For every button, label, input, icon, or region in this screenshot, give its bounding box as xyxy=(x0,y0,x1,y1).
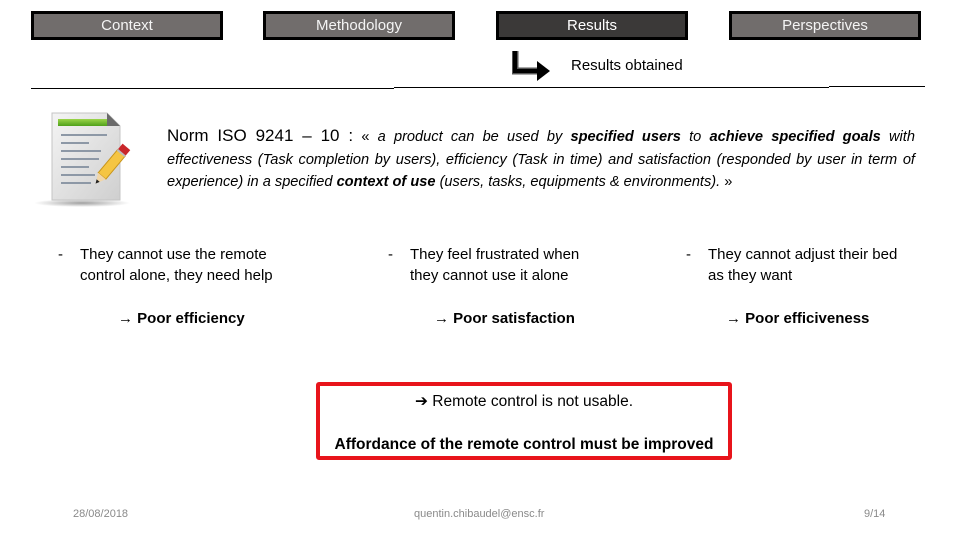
open-quote: « xyxy=(361,129,370,145)
tab-results[interactable]: Results xyxy=(496,11,688,40)
list-dash: - xyxy=(58,246,63,263)
conclusion-recommendation: Affordance of the remote control must be… xyxy=(334,436,714,453)
finding-text: They cannot use the remote control alone… xyxy=(80,244,273,286)
norm-text: to xyxy=(689,129,702,145)
finding-result: → Poor satisfaction xyxy=(434,308,575,329)
norm-emphasis: specified users xyxy=(570,129,681,145)
finding-line: as they want xyxy=(708,267,793,284)
bold-arrow-icon: ➔ xyxy=(414,393,428,410)
arrow-icon: → xyxy=(726,310,741,327)
footer-email: quentin.chibaudel@ensc.fr xyxy=(414,508,545,520)
conclusion-line: ➔ Remote control is not usable. xyxy=(320,392,728,411)
header-divider xyxy=(31,88,394,89)
header-divider xyxy=(829,86,925,87)
arrow-icon: → xyxy=(118,310,133,327)
norm-text: a product can be used by xyxy=(377,129,563,145)
tab-methodology[interactable]: Methodology xyxy=(263,11,455,40)
document-pencil-icon xyxy=(34,112,131,207)
finding-line: They feel frustrated when xyxy=(410,246,580,263)
iso-norm-definition: Norm ISO 9241 – 10 : « a product can be … xyxy=(167,125,915,194)
finding-text: They feel frustrated when they cannot us… xyxy=(410,244,579,286)
norm-title: Norm ISO 9241 – 10 : xyxy=(167,126,354,145)
conclusion-text: Remote control is not usable. xyxy=(432,393,634,410)
sub-section-label: Results obtained xyxy=(571,57,683,74)
norm-emphasis: context of use xyxy=(336,174,436,190)
finding-line: They cannot use the remote xyxy=(80,246,267,263)
close-quote: » xyxy=(724,174,733,190)
header-divider xyxy=(394,87,829,88)
conclusion-box: ➔ Remote control is not usable. Affordan… xyxy=(316,382,732,460)
result-label: Poor efficiency xyxy=(137,310,245,327)
result-label: Poor efficiveness xyxy=(745,310,870,327)
finding-result: → Poor efficiency xyxy=(118,308,245,329)
finding-line: control alone, they need help xyxy=(80,267,273,284)
finding-text: They cannot adjust their bed as they wan… xyxy=(708,244,897,286)
footer-date: 28/08/2018 xyxy=(73,508,129,520)
list-dash: - xyxy=(686,246,691,263)
result-label: Poor satisfaction xyxy=(453,310,575,327)
norm-emphasis: achieve specified goals xyxy=(709,129,881,145)
tab-perspectives[interactable]: Perspectives xyxy=(729,11,921,40)
footer-page-number: 9/14 xyxy=(864,508,886,520)
finding-result: → Poor efficiveness xyxy=(726,308,869,329)
tab-context[interactable]: Context xyxy=(31,11,223,40)
arrow-icon: → xyxy=(434,310,449,327)
finding-line: They cannot adjust their bed xyxy=(708,246,898,263)
finding-line: they cannot use it alone xyxy=(410,267,569,284)
list-dash: - xyxy=(388,246,393,263)
bent-arrow-icon xyxy=(512,51,550,81)
norm-text: (users, tasks, equipments & environments… xyxy=(439,174,721,190)
